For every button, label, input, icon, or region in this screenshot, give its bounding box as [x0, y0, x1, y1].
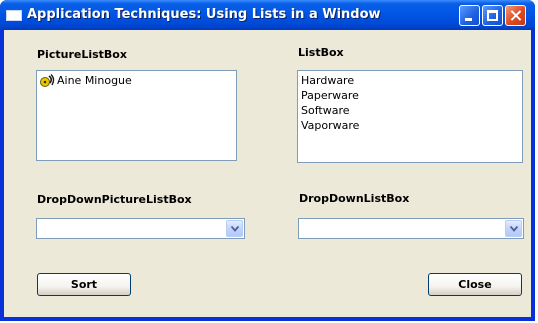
- list-item[interactable]: Paperware: [301, 88, 522, 103]
- list-item-label: Aine Minogue: [57, 74, 132, 87]
- dropdown-listbox[interactable]: [298, 218, 524, 239]
- listbox-label: ListBox: [298, 46, 344, 59]
- picture-listbox[interactable]: Aine Minogue: [36, 70, 237, 161]
- chevron-down-icon: [510, 226, 518, 232]
- list-item[interactable]: Aine Minogue: [37, 73, 236, 88]
- dropdown-arrow-button[interactable]: [226, 220, 243, 237]
- list-item[interactable]: Software: [301, 103, 522, 118]
- close-button[interactable]: Close: [428, 273, 522, 296]
- list-item[interactable]: Vaporware: [301, 118, 522, 133]
- application-window: Application Techniques: Using Lists in a…: [0, 0, 535, 321]
- title-bar[interactable]: Application Techniques: Using Lists in a…: [0, 0, 535, 30]
- listbox[interactable]: Hardware Paperware Software Vaporware: [297, 70, 523, 163]
- sound-cd-icon: [40, 73, 55, 88]
- chevron-down-icon: [231, 226, 239, 232]
- window-icon: [6, 10, 22, 21]
- dropdown-arrow-button[interactable]: [505, 220, 522, 237]
- picture-listbox-label: PictureListBox: [37, 48, 127, 61]
- list-item[interactable]: Hardware: [301, 73, 522, 88]
- window-client-area: PictureListBox Aine Minogue ListBox Hard…: [4, 30, 531, 317]
- maximize-button[interactable]: [482, 5, 503, 26]
- dropdown-picture-listbox-label: DropDownPictureListBox: [37, 193, 192, 206]
- minimize-button[interactable]: [459, 5, 480, 26]
- dropdown-listbox-label: DropDownListBox: [299, 192, 410, 205]
- window-title: Application Techniques: Using Lists in a…: [27, 7, 381, 22]
- sort-button[interactable]: Sort: [37, 273, 131, 296]
- close-window-button[interactable]: [505, 5, 526, 26]
- dropdown-picture-listbox[interactable]: [36, 218, 245, 239]
